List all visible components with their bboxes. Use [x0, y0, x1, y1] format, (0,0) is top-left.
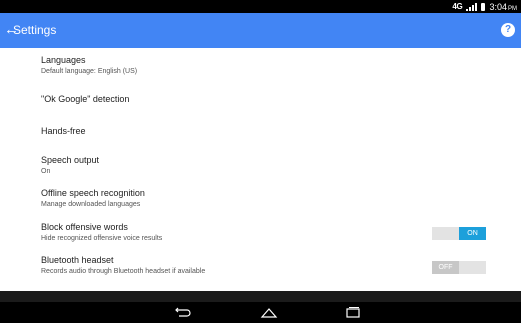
- setting-block-offensive-words[interactable]: Block offensive words Hide recognized of…: [0, 221, 521, 247]
- setting-hands-free[interactable]: Hands-free: [0, 119, 521, 143]
- battery-icon: [481, 2, 486, 11]
- recents-icon[interactable]: [345, 306, 361, 319]
- page-title: Settings: [13, 23, 57, 37]
- setting-title: Bluetooth headset: [41, 255, 114, 265]
- setting-subtitle: Records audio through Bluetooth headset …: [41, 268, 206, 275]
- setting-title: "Ok Google" detection: [41, 94, 130, 104]
- setting-bluetooth-headset[interactable]: Bluetooth headset Records audio through …: [0, 254, 521, 280]
- navigation-bar: [0, 302, 521, 323]
- block-offensive-words-toggle[interactable]: ON: [432, 227, 486, 240]
- setting-title: Hands-free: [41, 126, 86, 136]
- clock-time: 3:04: [489, 1, 507, 12]
- clock-suffix: PM: [508, 5, 517, 12]
- status-icons: 4G 3:04PM: [452, 0, 517, 13]
- signal-strength-icon: [466, 2, 478, 11]
- setting-offline-speech-recognition[interactable]: Offline speech recognition Manage downlo…: [0, 187, 521, 213]
- setting-subtitle: On: [41, 168, 51, 175]
- clock: 3:04PM: [489, 2, 517, 12]
- setting-languages[interactable]: Languages Default language: English (US): [0, 53, 521, 81]
- back-icon[interactable]: [175, 306, 191, 319]
- home-icon[interactable]: [260, 306, 278, 319]
- setting-ok-google-detection[interactable]: "Ok Google" detection: [0, 87, 521, 111]
- settings-list: Languages Default language: English (US)…: [0, 48, 521, 302]
- setting-title: Languages: [41, 55, 86, 65]
- toggle-state-label: OFF: [432, 261, 459, 274]
- app-bar: ← Settings ?: [0, 13, 521, 48]
- bottom-divider: [0, 291, 521, 302]
- setting-subtitle: Hide recognized offensive voice results: [41, 235, 163, 242]
- status-bar: 4G 3:04PM: [0, 0, 521, 13]
- setting-title: Block offensive words: [41, 222, 128, 232]
- setting-subtitle: Manage downloaded languages: [41, 201, 141, 208]
- bluetooth-headset-toggle[interactable]: OFF: [432, 261, 486, 274]
- setting-title: Speech output: [41, 155, 100, 165]
- network-type-label: 4G: [452, 2, 463, 11]
- setting-subtitle: Default language: English (US): [41, 68, 138, 75]
- setting-speech-output[interactable]: Speech output On: [0, 154, 521, 180]
- toggle-state-label: ON: [459, 227, 486, 240]
- setting-title: Offline speech recognition: [41, 188, 145, 198]
- help-icon[interactable]: ?: [501, 23, 515, 37]
